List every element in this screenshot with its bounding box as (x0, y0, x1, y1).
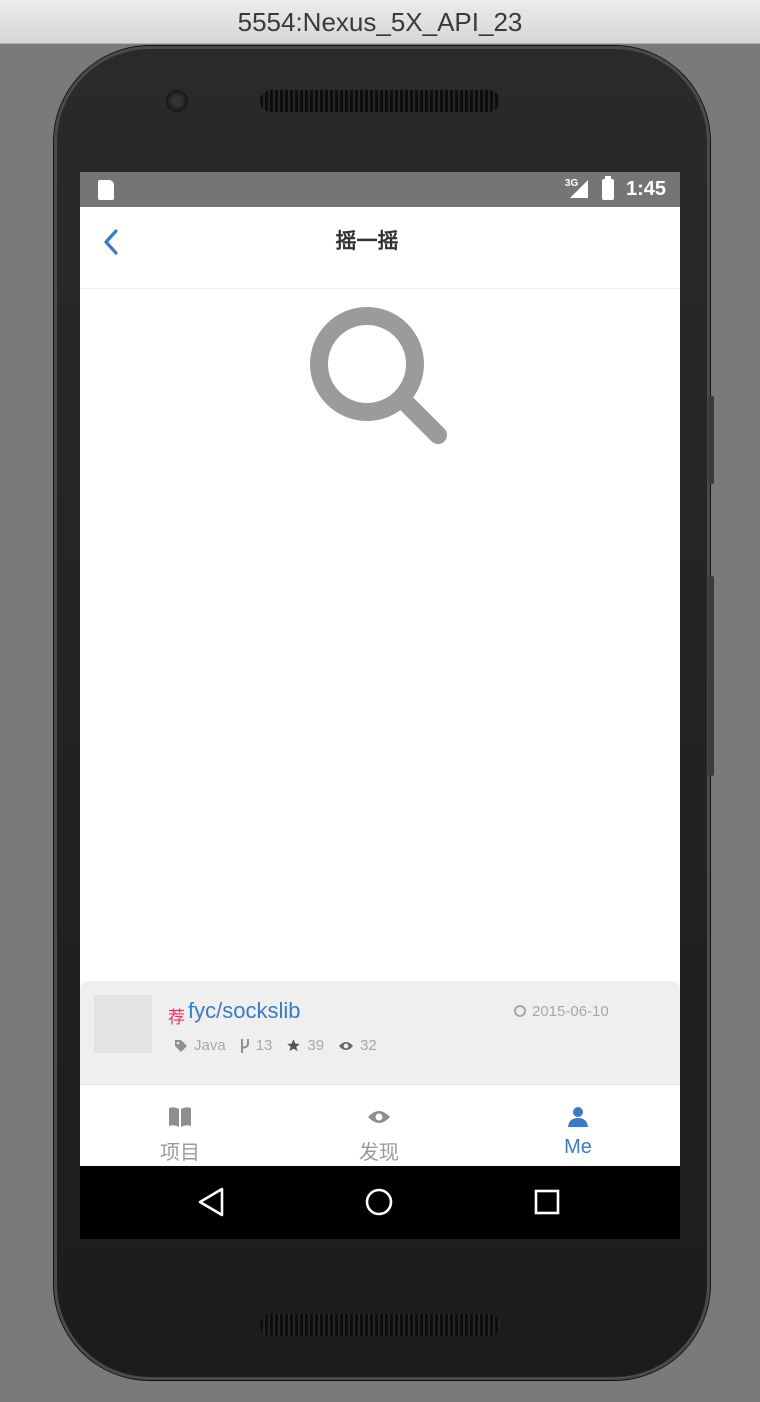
repo-date-value: 2015-06-10 (532, 1003, 609, 1020)
eye-icon (339, 1041, 354, 1050)
recommended-badge: 荐 (168, 1008, 185, 1027)
repo-forks-value: 13 (255, 1037, 273, 1054)
repo-stars-value: 39 (307, 1037, 325, 1054)
signal-icon (570, 180, 588, 198)
tab-discover[interactable]: 发现 (279, 1092, 479, 1166)
bottom-tab-bar: 项目 发现 Me (80, 1092, 680, 1166)
bottom-speaker-grille (260, 1314, 500, 1336)
status-bar: 3G 1:45 (80, 172, 680, 207)
book-icon (169, 1107, 191, 1127)
system-navigation-bar (80, 1166, 680, 1239)
tab-discover-label: 发现 (359, 1142, 399, 1164)
repo-date: 2015-06-10 (514, 1003, 609, 1020)
tab-projects-label: 项目 (160, 1142, 200, 1164)
repo-meta: Java 13 39 32 (174, 1037, 391, 1054)
repo-forks: 13 (240, 1037, 273, 1054)
home-icon[interactable] (361, 1184, 397, 1220)
sd-card-icon (98, 180, 114, 200)
emulator-window-title: 5554:Nexus_5X_API_23 (0, 0, 760, 44)
star-icon (287, 1039, 301, 1052)
repo-stars: 39 (286, 1037, 324, 1054)
repo-watchers-value: 32 (360, 1037, 377, 1054)
repo-language: Java (174, 1037, 226, 1054)
status-time: 1:45 (626, 178, 667, 200)
search-icon (310, 307, 447, 444)
tab-me[interactable]: Me (478, 1092, 678, 1166)
navigation-bar: 摇一摇 (80, 207, 680, 289)
front-camera (166, 90, 188, 112)
volume-button[interactable] (708, 576, 714, 776)
top-speaker-grille (260, 90, 500, 112)
clock-icon (514, 1005, 526, 1017)
fork-icon (240, 1038, 249, 1053)
person-icon (568, 1107, 588, 1127)
eye-icon (368, 1111, 390, 1123)
repo-avatar (94, 995, 152, 1053)
repo-card[interactable]: 荐 fyc/sockslib 2015-06-10 Java 13 39 32 (80, 981, 680, 1085)
device-screen: 3G 1:45 摇一摇 荐 fyc/sockslib 2015-06-10 Ja… (80, 172, 680, 1239)
page-title: 摇一摇 (335, 230, 399, 253)
repo-language-value: Java (194, 1037, 226, 1054)
back-icon[interactable] (193, 1184, 229, 1220)
recents-icon[interactable] (529, 1184, 565, 1220)
tab-projects[interactable]: 项目 (80, 1092, 280, 1166)
power-button[interactable] (708, 396, 714, 484)
repo-name-link[interactable]: fyc/sockslib (188, 998, 300, 1024)
tab-me-label: Me (564, 1136, 592, 1158)
repo-watchers: 32 (338, 1037, 377, 1054)
battery-icon (602, 176, 614, 200)
tag-icon (175, 1039, 187, 1052)
